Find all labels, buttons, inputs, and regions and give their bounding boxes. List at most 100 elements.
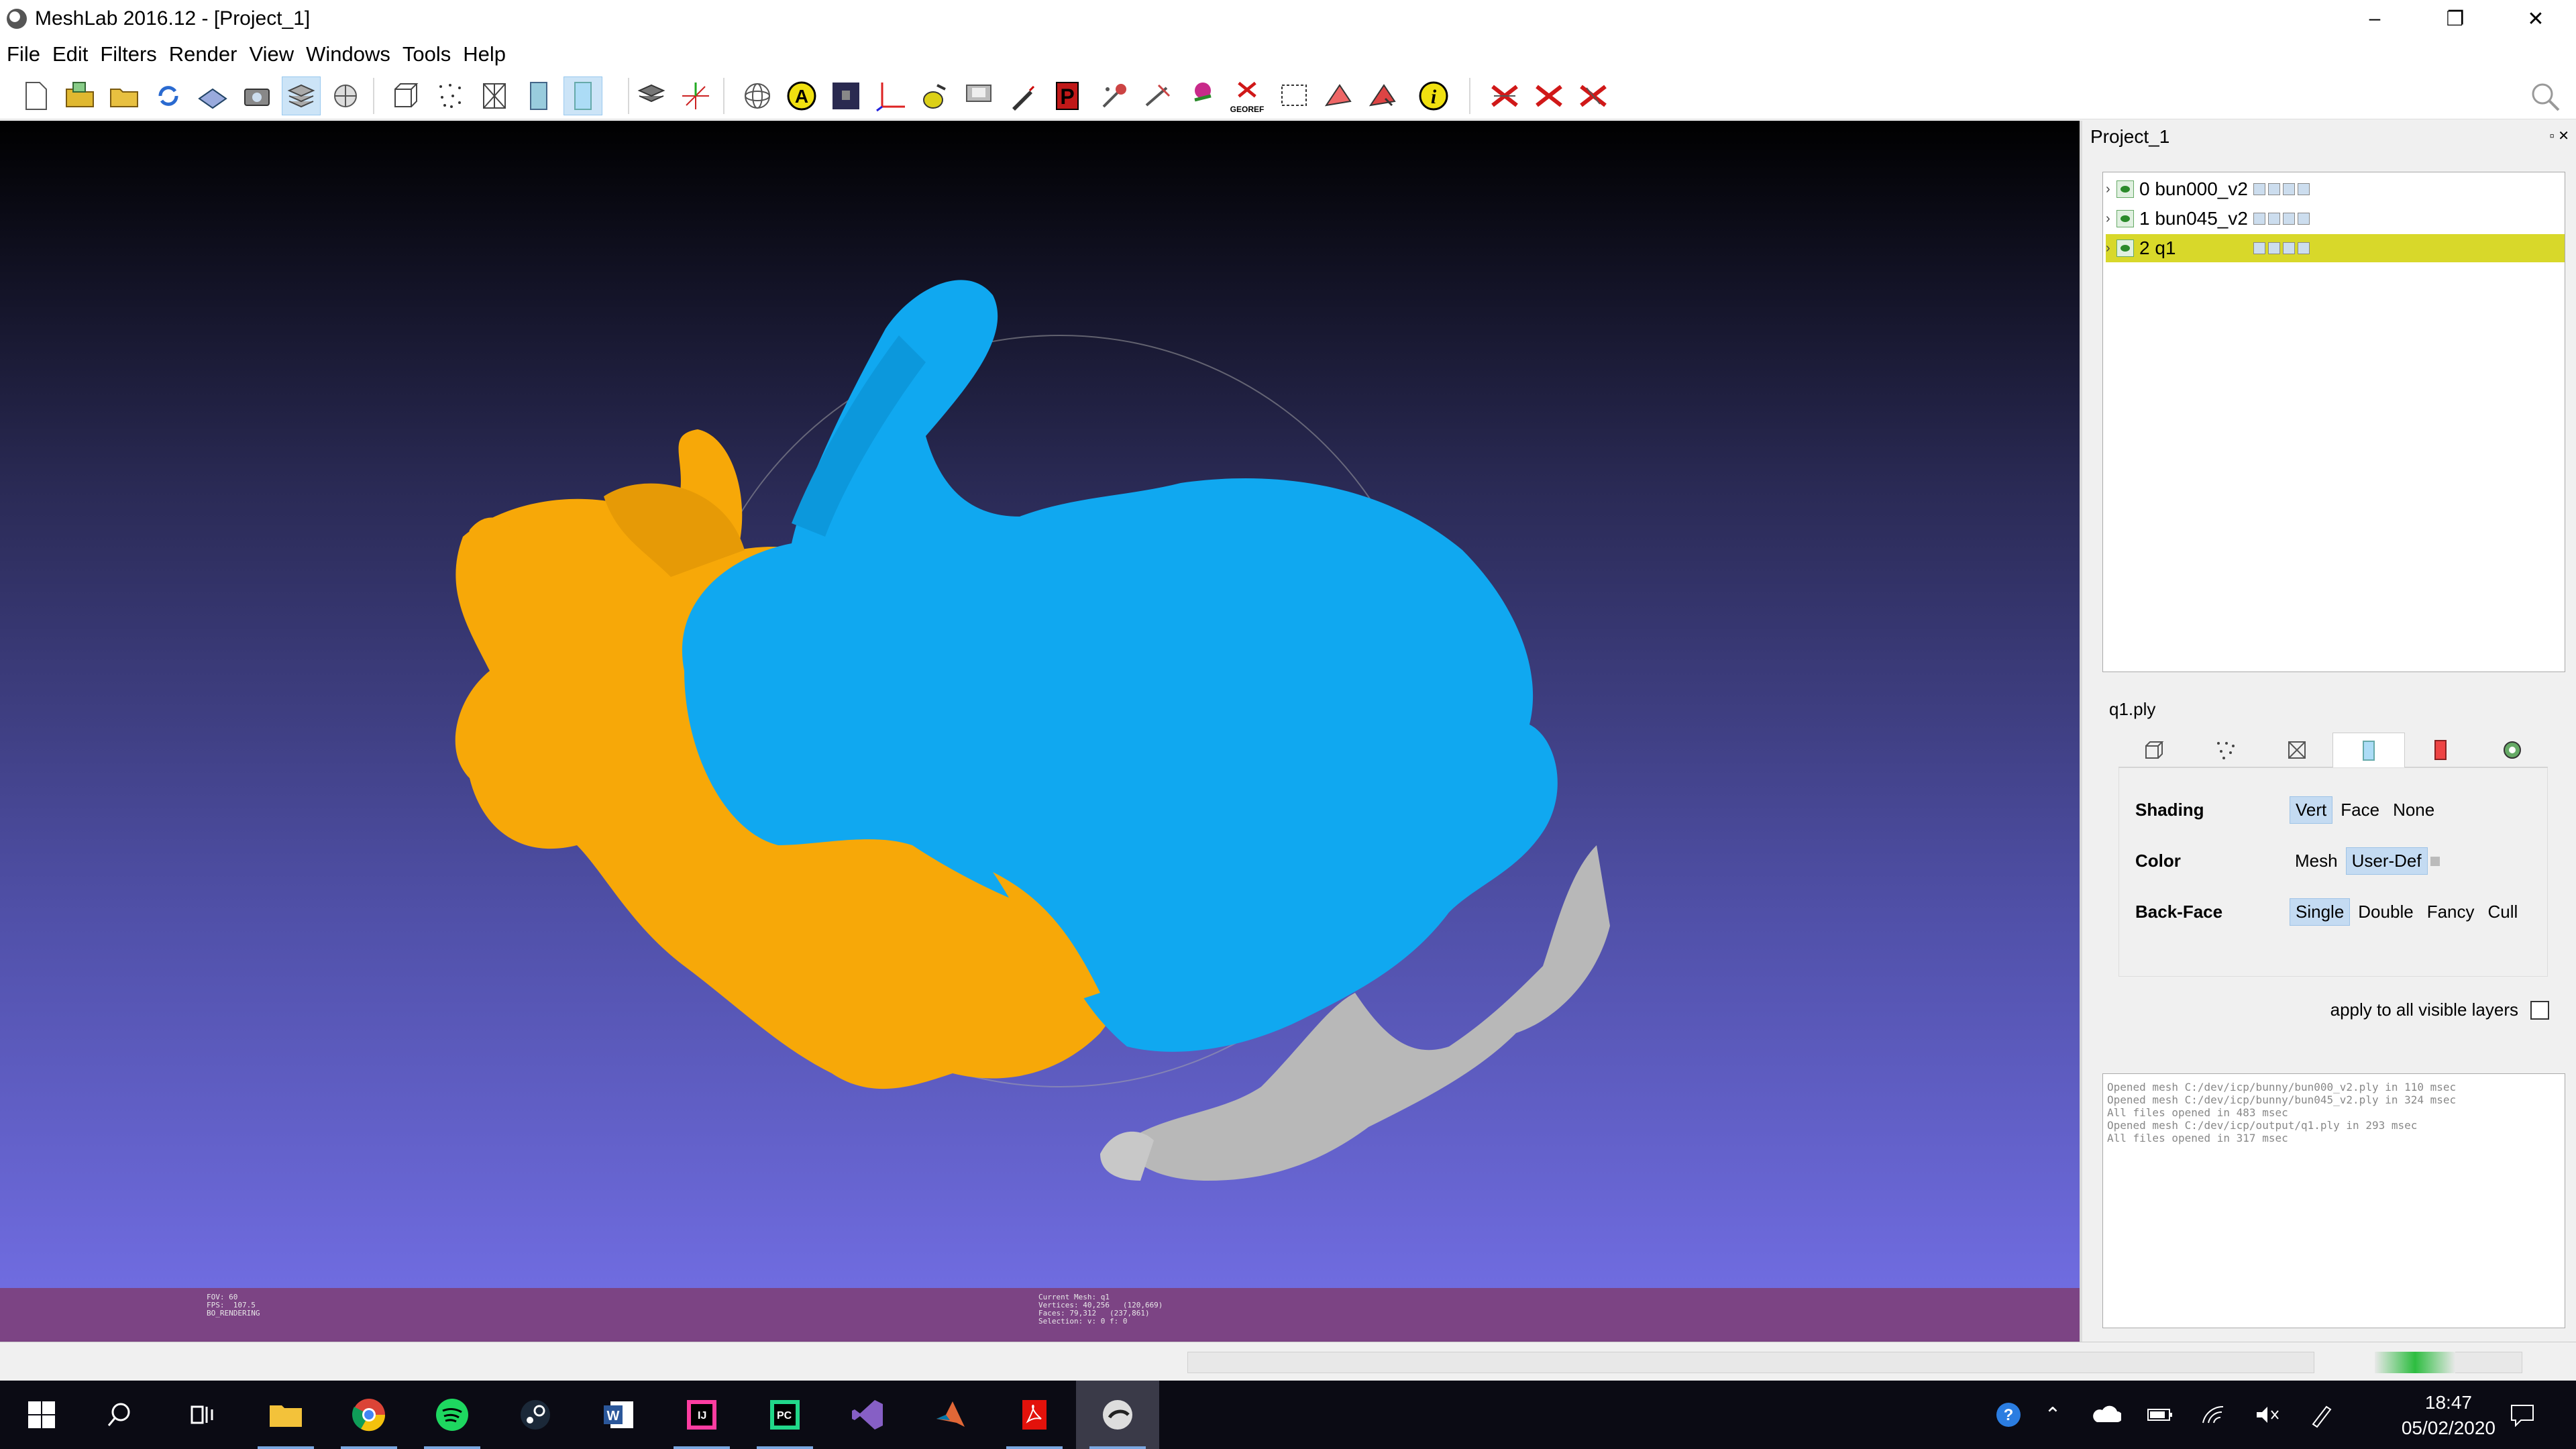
task-view-icon[interactable] [161,1381,244,1449]
help-icon[interactable]: ? [1988,1381,2029,1449]
panel-close-icon[interactable]: ▫ ✕ [2550,127,2569,144]
restore-button[interactable]: ❐ [2415,0,2496,38]
acrobat-icon[interactable] [993,1381,1076,1449]
tab-points-icon[interactable] [2190,733,2261,767]
menu-windows[interactable]: Windows [306,42,390,66]
color-paint-icon[interactable] [915,76,954,115]
menu-filters[interactable]: Filters [100,42,156,66]
delete-selection-icon[interactable] [1574,76,1613,115]
lighting-icon[interactable] [632,76,671,115]
apply-all-checkbox[interactable] [2530,1000,2549,1020]
pen-icon[interactable] [2301,1381,2341,1449]
visibility-icon[interactable] [2116,180,2134,198]
trackball-icon[interactable] [738,76,777,115]
axis-icon[interactable] [676,76,715,115]
spotify-icon[interactable] [411,1381,494,1449]
minimize-button[interactable]: – [2334,0,2415,38]
menu-view[interactable]: View [249,42,294,66]
bbox-icon[interactable] [386,76,425,115]
raster-icon[interactable] [826,76,865,115]
wireframe-icon[interactable] [475,76,514,115]
menu-file[interactable]: File [7,42,40,66]
close-button[interactable]: ✕ [2496,0,2576,38]
paint-icon[interactable]: P [1051,76,1089,115]
layer-row-0[interactable]: › 0 bun000_v2 [2106,175,2565,203]
shading-vert-option[interactable]: Vert [2290,796,2333,824]
reload-icon[interactable] [149,76,188,115]
backface-fancy-option[interactable]: Fancy [2422,899,2480,925]
visibility-icon[interactable] [2116,210,2134,227]
tab-texture-icon[interactable] [2405,733,2477,767]
delete-vertices-icon[interactable] [1529,76,1568,115]
align-icon[interactable] [959,76,998,115]
select-region-icon[interactable] [1275,76,1313,115]
pick-points-icon[interactable] [1004,76,1042,115]
shading-face-option[interactable]: Face [2335,797,2385,823]
annotation-icon[interactable]: A [782,76,821,115]
expand-arrow-icon[interactable]: › [2106,241,2116,256]
info-icon[interactable]: i [1414,76,1453,115]
smooth-icon[interactable] [564,76,602,115]
expand-arrow-icon[interactable]: › [2106,211,2116,227]
new-project-icon[interactable] [16,76,55,115]
start-icon[interactable] [0,1381,83,1449]
select-faces-icon[interactable] [1139,76,1178,115]
3d-viewport[interactable]: FOV: 60 FPS: 107.5 BO_RENDERING Current … [0,121,2080,1342]
log-panel[interactable]: Opened mesh C:/dev/icp/bunny/bun000_v2.p… [2102,1073,2565,1328]
backface-double-option[interactable]: Double [2353,899,2418,925]
tab-settings-icon[interactable] [2476,733,2548,767]
project-title: Project_1 [2090,126,2170,147]
globe-icon[interactable] [326,76,365,115]
pycharm-icon[interactable]: PC [743,1381,826,1449]
select-vertices-icon[interactable] [1319,76,1358,115]
georef-tool[interactable]: GEOREF [1228,76,1267,115]
tab-wireframe-icon[interactable] [2261,733,2332,767]
color-mesh-option[interactable]: Mesh [2290,848,2343,874]
notifications-icon[interactable] [2496,1381,2549,1449]
menu-edit[interactable]: Edit [52,42,88,66]
menu-tools[interactable]: Tools [402,42,451,66]
visibility-icon[interactable] [2116,239,2134,257]
open-project-icon[interactable] [60,76,99,115]
onedrive-icon[interactable] [2086,1381,2127,1449]
layer-row-2[interactable]: › 2 q1 [2106,234,2565,262]
wifi-icon[interactable] [2194,1381,2234,1449]
color-swatch[interactable] [2430,856,2440,866]
search-icon[interactable] [2526,78,2564,115]
search-icon[interactable] [78,1381,161,1449]
brush-icon[interactable] [1095,76,1134,115]
georef-icon[interactable] [1183,76,1222,115]
intellij-icon[interactable]: IJ [660,1381,743,1449]
shading-none-option[interactable]: None [2387,797,2440,823]
menu-render[interactable]: Render [169,42,237,66]
backface-single-option[interactable]: Single [2290,898,2351,926]
points-icon[interactable] [431,76,470,115]
tab-solid-icon[interactable] [2332,733,2406,767]
tab-bbox-icon[interactable] [2118,733,2190,767]
mesh-scene[interactable] [0,121,2080,1288]
snapshot-icon[interactable] [237,76,276,115]
layers-icon[interactable] [282,76,321,115]
visual-studio-icon[interactable] [826,1381,910,1449]
word-icon[interactable]: W [577,1381,660,1449]
color-userdef-option[interactable]: User-Def [2345,847,2428,875]
chevron-up-icon[interactable]: ⌃ [2033,1381,2073,1449]
matlab-icon[interactable] [910,1381,993,1449]
measure-icon[interactable] [871,76,910,115]
expand-arrow-icon[interactable]: › [2106,182,2116,197]
meshlab-taskbar-icon[interactable] [1076,1381,1159,1449]
save-icon[interactable] [193,76,232,115]
file-explorer-icon[interactable] [244,1381,327,1449]
menu-help[interactable]: Help [463,42,506,66]
battery-icon[interactable] [2140,1381,2180,1449]
manual-select-icon[interactable] [1363,76,1402,115]
clock[interactable]: 18:47 05/02/2020 [2402,1390,2496,1441]
backface-cull-option[interactable]: Cull [2483,899,2524,925]
open-mesh-icon[interactable] [105,76,144,115]
layer-row-1[interactable]: › 1 bun045_v2 [2106,205,2565,233]
volume-muted-icon[interactable] [2247,1381,2288,1449]
steam-icon[interactable] [494,1381,577,1449]
flat-icon[interactable] [519,76,558,115]
delete-faces-icon[interactable] [1485,76,1524,115]
chrome-icon[interactable] [327,1381,411,1449]
